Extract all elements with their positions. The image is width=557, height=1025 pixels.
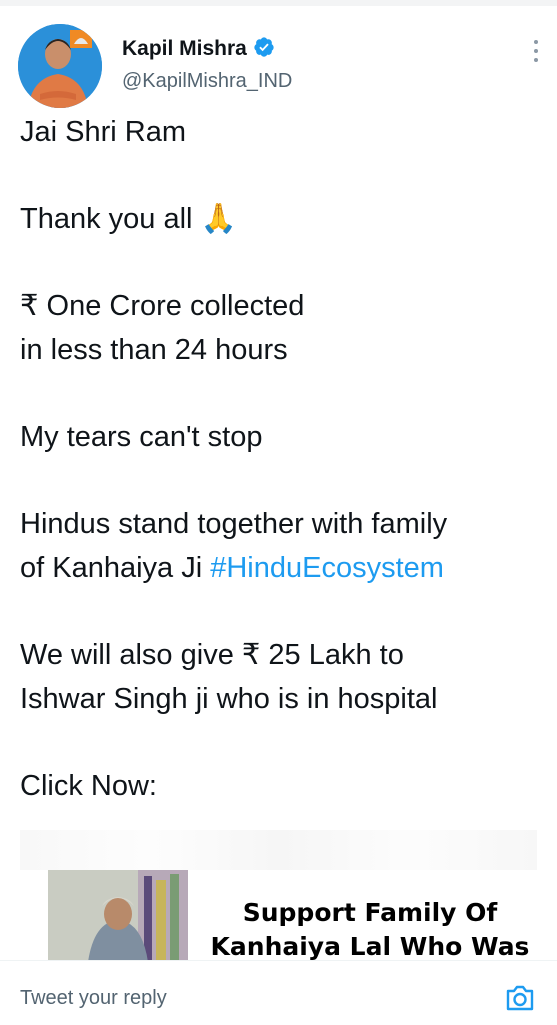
top-divider [0, 0, 557, 6]
author-name[interactable]: Kapil Mishra [122, 36, 275, 61]
text-line: ₹ One Crore collected [20, 290, 305, 322]
paragraph: Click Now: [20, 764, 545, 808]
reply-input[interactable]: Tweet your reply [20, 987, 167, 1010]
card-title[interactable]: Support Family Of Kanhaiya Lal Who Was [200, 896, 537, 962]
reply-bar: Tweet your reply [0, 960, 557, 1025]
paragraph: Hindus stand together with family of Kanh… [20, 502, 545, 590]
verified-badge-icon [254, 37, 274, 57]
text-line: Click Now: [20, 770, 157, 802]
tweet-text: Jai Shri Ram Thank you all 🙏 ₹ One Crore… [20, 110, 545, 851]
paragraph: Jai Shri Ram [20, 110, 545, 154]
link-card[interactable]: Support Family Of Kanhaiya Lal Who Was [20, 830, 537, 962]
card-title-line: Kanhaiya Lal Who Was [210, 932, 530, 961]
more-options-icon[interactable] [532, 40, 540, 66]
text-line: Thank you all 🙏 [20, 203, 237, 235]
author-handle[interactable]: @KapilMishra_IND [122, 70, 292, 93]
text-line: Ishwar Singh ji who is in hospital [20, 683, 438, 715]
card-title-line: Support Family Of [242, 898, 498, 927]
text-line: of Kanhaiya Ji [20, 552, 211, 584]
author-name-text[interactable]: Kapil Mishra [122, 37, 247, 60]
paragraph: We will also give ₹ 25 Lakh to Ishwar Sin… [20, 633, 545, 721]
text-line: We will also give ₹ 25 Lakh to [20, 639, 404, 671]
tweet-header: Kapil Mishra @KapilMishra_IND [18, 24, 548, 108]
paragraph: Thank you all 🙏 [20, 197, 545, 241]
text-line: Jai Shri Ram [20, 116, 186, 148]
hashtag-link[interactable]: #HinduEcosystem [210, 552, 444, 584]
avatar[interactable] [18, 24, 102, 108]
text-line: in less than 24 hours [20, 334, 288, 366]
card-banner-strip [20, 830, 537, 870]
paragraph: ₹ One Crore collected in less than 24 hou… [20, 284, 545, 372]
paragraph: My tears can't stop [20, 415, 545, 459]
camera-icon[interactable] [503, 981, 537, 1015]
card-thumbnail [48, 870, 188, 962]
text-line: Hindus stand together with family [20, 508, 448, 540]
text-line: My tears can't stop [20, 421, 263, 453]
